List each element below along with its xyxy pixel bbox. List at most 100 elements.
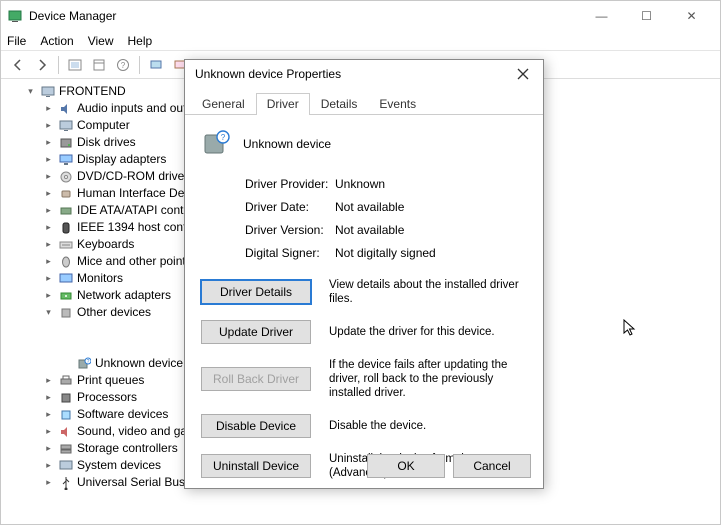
expand-icon[interactable] <box>61 358 72 369</box>
tree-item-label: Unknown device <box>95 355 183 372</box>
ok-button[interactable]: OK <box>367 454 445 478</box>
ide-icon <box>58 204 73 218</box>
tree-item-label: Disk drives <box>77 134 136 151</box>
expand-icon[interactable]: ▸ <box>43 205 54 216</box>
properties-dialog: Unknown device Properties General Driver… <box>184 59 544 489</box>
menu-view[interactable]: View <box>88 34 114 48</box>
properties-icon[interactable] <box>88 54 110 76</box>
tree-root-label: FRONTEND <box>59 83 126 100</box>
expand-icon[interactable]: ▸ <box>43 273 54 284</box>
expand-icon[interactable]: ▸ <box>43 443 54 454</box>
tree-item-label: Keyboards <box>77 236 134 253</box>
tree-item-label: Software devices <box>77 406 168 423</box>
expand-icon[interactable]: ▸ <box>43 477 54 488</box>
device-name: Unknown device <box>243 137 331 151</box>
expand-icon[interactable]: ▸ <box>43 375 54 386</box>
forward-button[interactable] <box>31 54 53 76</box>
expand-icon[interactable]: ▸ <box>43 222 54 233</box>
menu-action[interactable]: Action <box>40 34 73 48</box>
device-manager-window: Device Manager — ☐ ✕ File Action View He… <box>0 0 721 525</box>
sys-icon <box>58 459 73 473</box>
tree-item-label: Display adapters <box>77 151 166 168</box>
tab-driver[interactable]: Driver <box>256 93 310 115</box>
cancel-button[interactable]: Cancel <box>453 454 531 478</box>
titlebar[interactable]: Device Manager — ☐ ✕ <box>1 1 720 31</box>
toolbar-separator <box>58 56 59 74</box>
toolbar-separator <box>139 56 140 74</box>
mon-icon <box>58 272 73 286</box>
tab-events[interactable]: Events <box>368 93 427 115</box>
expand-icon[interactable]: ▸ <box>43 137 54 148</box>
tree-item-label: Computer <box>77 117 130 134</box>
tree-item-label: System devices <box>77 457 161 474</box>
update-driver-desc: Update the driver for this device. <box>329 325 527 339</box>
hid-icon <box>58 187 73 201</box>
usb-icon <box>58 476 73 490</box>
driver-version-label: Driver Version: <box>245 223 335 237</box>
disk-icon <box>58 136 73 150</box>
dialog-close-button[interactable] <box>507 62 539 86</box>
menu-file[interactable]: File <box>7 34 26 48</box>
minimize-button[interactable]: — <box>579 1 624 31</box>
driver-details-desc: View details about the installed driver … <box>329 278 527 306</box>
expand-icon[interactable]: ▸ <box>43 188 54 199</box>
net-icon <box>58 289 73 303</box>
kb-icon <box>58 238 73 252</box>
scan-icon[interactable] <box>145 54 167 76</box>
driver-version-value: Not available <box>335 223 404 237</box>
driver-details-button[interactable]: Driver Details <box>201 280 311 304</box>
show-hidden-icon[interactable] <box>64 54 86 76</box>
close-button[interactable]: ✕ <box>669 1 714 31</box>
dialog-tabs: General Driver Details Events <box>185 88 543 115</box>
dialog-title: Unknown device Properties <box>195 67 507 81</box>
device-icon: ? <box>201 129 231 159</box>
print-icon <box>58 374 73 388</box>
roll-back-driver-desc: If the device fails after updating the d… <box>329 358 527 400</box>
driver-provider-label: Driver Provider: <box>245 177 335 191</box>
tree-item-label: DVD/CD-ROM drives <box>77 168 190 185</box>
mouse-icon <box>58 255 73 269</box>
digital-signer-label: Digital Signer: <box>245 246 335 260</box>
unk-icon: ? <box>76 357 91 371</box>
driver-info: Driver Provider:Unknown Driver Date:Not … <box>245 177 527 260</box>
expand-icon[interactable]: ▸ <box>43 103 54 114</box>
tab-details[interactable]: Details <box>310 93 369 115</box>
help-icon[interactable]: ? <box>112 54 134 76</box>
svg-text:?: ? <box>86 359 89 365</box>
dialog-titlebar[interactable]: Unknown device Properties <box>185 60 543 88</box>
snd-icon <box>58 425 73 439</box>
disable-device-desc: Disable the device. <box>329 419 527 433</box>
driver-date-label: Driver Date: <box>245 200 335 214</box>
update-driver-button[interactable]: Update Driver <box>201 320 311 344</box>
expand-icon[interactable]: ▸ <box>43 120 54 131</box>
driver-provider-value: Unknown <box>335 177 385 191</box>
menu-help[interactable]: Help <box>128 34 153 48</box>
expand-icon[interactable]: ▸ <box>43 460 54 471</box>
audio-icon <box>58 102 73 116</box>
expand-icon[interactable]: ▸ <box>43 409 54 420</box>
svg-text:?: ? <box>221 133 226 142</box>
tab-general[interactable]: General <box>191 93 256 115</box>
expand-icon[interactable]: ▸ <box>43 256 54 267</box>
expand-icon[interactable]: ▸ <box>43 426 54 437</box>
fw-icon <box>58 221 73 235</box>
svg-text:?: ? <box>121 61 126 70</box>
maximize-button[interactable]: ☐ <box>624 1 669 31</box>
expand-icon[interactable]: ▸ <box>43 171 54 182</box>
display-icon <box>58 153 73 167</box>
disable-device-button[interactable]: Disable Device <box>201 414 311 438</box>
expand-icon[interactable]: ▸ <box>43 392 54 403</box>
tree-item-label: Storage controllers <box>77 440 178 457</box>
window-title: Device Manager <box>29 9 579 23</box>
other-icon <box>58 306 73 320</box>
expand-icon[interactable]: ▸ <box>43 290 54 301</box>
collapse-icon[interactable]: ▾ <box>43 307 54 318</box>
tree-item-label: Network adapters <box>77 287 171 304</box>
back-button[interactable] <box>7 54 29 76</box>
dvd-icon <box>58 170 73 184</box>
expand-icon[interactable]: ▸ <box>43 239 54 250</box>
roll-back-driver-button: Roll Back Driver <box>201 367 311 391</box>
expand-icon[interactable]: ▸ <box>43 154 54 165</box>
uninstall-device-button[interactable]: Uninstall Device <box>201 454 311 478</box>
collapse-icon[interactable]: ▾ <box>25 86 36 97</box>
